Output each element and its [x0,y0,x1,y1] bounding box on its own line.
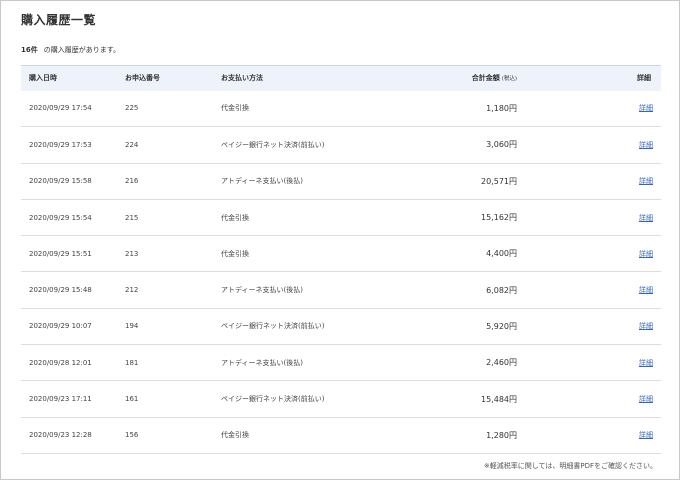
purchase-date-cell: 2020/09/29 15:51 [29,249,92,258]
order-number-cell: 194 [125,322,139,331]
total-amount-cell: 15,484円 [481,394,517,404]
header-detail: 詳細 [637,74,651,83]
table-row: 2020/09/29 17:54 225 代金引換 1,180円 詳細 [21,91,661,127]
detail-link[interactable]: 詳細 [639,286,653,294]
history-count: 16件 [21,46,38,54]
detail-cell: 詳細 [589,236,661,272]
purchase-date-cell: 2020/09/29 10:07 [29,322,92,331]
detail-link[interactable]: 詳細 [639,250,653,258]
detail-cell: 詳細 [589,381,661,417]
payment-method-cell: 代金引換 [221,249,249,258]
purchase-date-cell: 2020/09/29 17:54 [29,104,92,113]
total-amount-cell: 1,280円 [486,430,517,440]
detail-cell: 詳細 [589,308,661,344]
detail-link[interactable]: 詳細 [639,359,653,367]
order-number-cell: 212 [125,286,139,295]
total-amount-cell: 1,180円 [486,103,517,113]
detail-link[interactable]: 詳細 [639,141,653,149]
purchase-date-cell: 2020/09/28 12:01 [29,358,92,367]
header-payment-method: お支払い方法 [221,74,263,83]
purchase-date-cell: 2020/09/29 15:58 [29,177,92,186]
detail-link[interactable]: 詳細 [639,214,653,222]
payment-method-cell: ペイジー銀行ネット決済(前払い) [221,395,325,404]
header-order-number: お申込番号 [125,74,160,83]
purchase-date-cell: 2020/09/29 15:48 [29,286,92,295]
tax-note: ※軽減税率に関しては、明細書PDFをご確認ください。 [483,462,657,470]
detail-cell: 詳細 [589,199,661,235]
payment-method-cell: アトディーネ支払い(後払) [221,177,303,186]
order-number-cell: 216 [125,177,139,186]
detail-cell: 詳細 [589,127,661,163]
order-number-cell: 213 [125,249,139,258]
payment-method-cell: アトディーネ支払い(後払) [221,358,303,367]
payment-method-cell: ペイジー銀行ネット決済(前払い) [221,140,325,149]
detail-cell: 詳細 [589,345,661,381]
purchase-date-cell: 2020/09/29 17:53 [29,140,92,149]
detail-link[interactable]: 詳細 [639,395,653,403]
table-row: 2020/09/23 17:11 161 ペイジー銀行ネット決済(前払い) 15,48… [21,381,661,418]
table-row: 2020/09/28 12:01 181 アトディーネ支払い(後払) 2,460円 詳細 [21,345,661,381]
table-row: 2020/09/23 12:28 156 代金引換 1,280円 詳細 [21,417,661,454]
total-amount-cell: 6,082円 [486,285,517,295]
total-amount-cell: 4,400円 [486,249,517,259]
total-amount-cell: 2,460円 [486,358,517,368]
table-row: 2020/09/29 15:58 216 アトディーネ支払い(後払) 20,571円 詳… [21,163,661,200]
order-number-cell: 225 [125,104,139,113]
table-header-row: 購入日時 お申込番号 お支払い方法 合計金額 (税込) 詳細 [21,65,661,91]
purchase-history-table: 購入日時 お申込番号 お支払い方法 合計金額 (税込) 詳細 2020/09/29… [21,65,661,454]
total-amount-cell: 15,162円 [481,213,517,223]
page-title: 購入履歴一覧 [21,13,97,27]
purchase-date-cell: 2020/09/29 15:54 [29,213,92,222]
payment-method-cell: 代金引換 [221,213,249,222]
total-amount-cell: 20,571円 [481,176,517,186]
table-row: 2020/09/29 15:48 212 アトディーネ支払い(後払) 6,082円 詳細 [21,272,661,309]
header-total-amount-label: 合計金額 [471,74,500,83]
payment-method-cell: 代金引換 [221,431,249,440]
order-number-cell: 161 [125,395,139,404]
order-number-cell: 215 [125,213,139,222]
header-tax-included: (税込) [501,76,517,83]
detail-link[interactable]: 詳細 [639,322,653,330]
payment-method-cell: アトディーネ支払い(後払) [221,286,303,295]
detail-cell: 詳細 [589,417,661,453]
header-purchase-date: 購入日時 [29,74,57,83]
header-total-amount: 合計金額 (税込) [413,66,589,91]
payment-method-cell: 代金引換 [221,104,249,113]
purchase-date-cell: 2020/09/23 17:11 [29,395,92,404]
detail-link[interactable]: 詳細 [639,104,653,112]
order-number-cell: 156 [125,431,139,440]
history-count-suffix: の購入履歴があります。 [43,46,121,54]
detail-cell: 詳細 [589,91,661,127]
total-amount-cell: 3,060円 [486,140,517,150]
order-number-cell: 181 [125,358,139,367]
purchase-history-panel: 購入履歴一覧 16件 の購入履歴があります。 購入日時 お申込番号 お支払い方法 … [0,0,680,480]
detail-link[interactable]: 詳細 [639,177,653,185]
table-row: 2020/09/29 17:53 224 ペイジー銀行ネット決済(前払い) 3,060… [21,127,661,164]
detail-link[interactable]: 詳細 [639,431,653,439]
detail-cell: 詳細 [589,272,661,308]
purchase-date-cell: 2020/09/23 12:28 [29,431,92,440]
total-amount-cell: 5,920円 [486,321,517,331]
order-number-cell: 224 [125,140,139,149]
payment-method-cell: ペイジー銀行ネット決済(前払い) [221,322,325,331]
detail-cell: 詳細 [589,163,661,199]
table-row: 2020/09/29 15:54 215 代金引換 15,162円 詳細 [21,199,661,236]
history-count-line: 16件 の購入履歴があります。 [21,45,120,55]
table-row: 2020/09/29 10:07 194 ペイジー銀行ネット決済(前払い) 5,920… [21,308,661,345]
table-row: 2020/09/29 15:51 213 代金引換 4,400円 詳細 [21,236,661,272]
